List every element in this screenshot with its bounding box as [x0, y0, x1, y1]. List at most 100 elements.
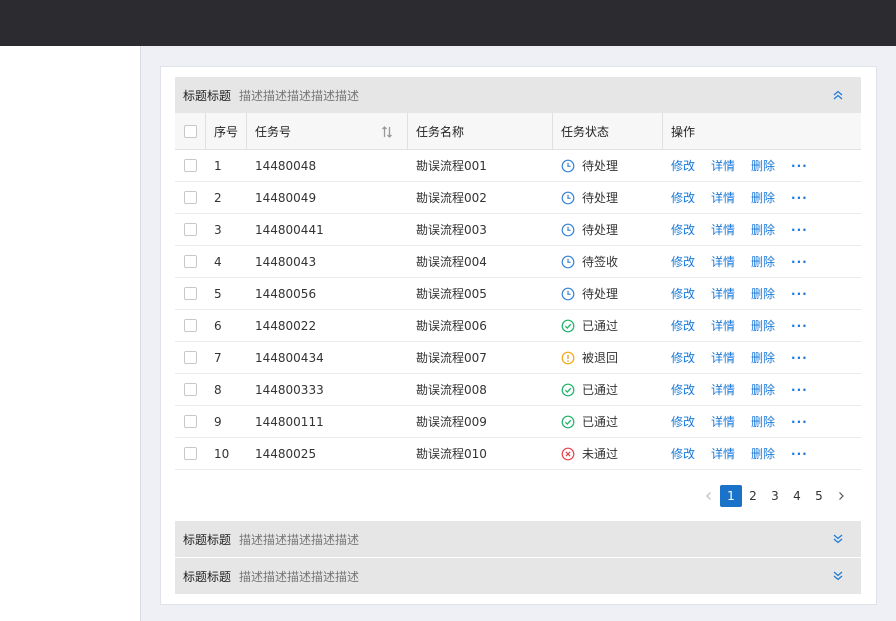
warning-circle-icon	[561, 351, 575, 365]
status-text: 待处理	[582, 159, 619, 173]
panel-title: 标题标题	[183, 532, 232, 547]
row-checkbox[interactable]	[183, 447, 197, 460]
table-row: 5 14480056 勘误流程005 待处理 修改 详情 删除 ···	[175, 278, 861, 310]
row-task-name: 勘误流程002	[416, 191, 487, 205]
row-checkbox[interactable]	[183, 287, 197, 300]
collapse-panel-3-header[interactable]: 标题标题 描述描述描述描述描述	[175, 558, 861, 594]
collapse-panel-2-header[interactable]: 标题标题 描述描述描述描述描述	[175, 521, 861, 557]
more-icon[interactable]: ···	[791, 351, 808, 365]
page-4-button[interactable]: 4	[786, 485, 808, 507]
detail-link[interactable]: 详情	[711, 381, 735, 398]
row-ops: 修改 详情 删除 ···	[671, 310, 861, 341]
sort-icon[interactable]	[380, 125, 394, 139]
delete-link[interactable]: 删除	[751, 253, 775, 270]
edit-link[interactable]: 修改	[671, 445, 695, 462]
delete-link[interactable]: 删除	[751, 445, 775, 462]
header-status: 任务状态	[561, 124, 610, 139]
more-icon[interactable]: ···	[791, 191, 808, 205]
delete-link[interactable]: 删除	[751, 317, 775, 334]
edit-link[interactable]: 修改	[671, 253, 695, 270]
table-row: 10 14480025 勘误流程010 未通过 修改 详情 删除 ···	[175, 438, 861, 470]
page-5-button[interactable]: 5	[808, 485, 830, 507]
row-checkbox[interactable]	[183, 159, 197, 172]
select-all-checkbox[interactable]	[183, 124, 197, 138]
row-index: 9	[214, 414, 222, 429]
detail-link[interactable]: 详情	[711, 189, 735, 206]
row-status: 已通过	[561, 406, 661, 437]
delete-link[interactable]: 删除	[751, 381, 775, 398]
delete-link[interactable]: 删除	[751, 189, 775, 206]
more-icon[interactable]: ···	[791, 223, 808, 237]
delete-link[interactable]: 删除	[751, 157, 775, 174]
table-row: 9 144800111 勘误流程009 已通过 修改 详情 删除 ···	[175, 406, 861, 438]
detail-link[interactable]: 详情	[711, 157, 735, 174]
edit-link[interactable]: 修改	[671, 349, 695, 366]
row-index: 5	[214, 286, 222, 301]
more-icon[interactable]: ···	[791, 319, 808, 333]
page-2-button[interactable]: 2	[742, 485, 764, 507]
delete-link[interactable]: 删除	[751, 349, 775, 366]
detail-link[interactable]: 详情	[711, 349, 735, 366]
row-task-no: 144800111	[255, 414, 324, 429]
table-header-row: 序号 任务号 任务名称 任务状态 操作	[175, 113, 861, 150]
chevron-double-down-icon[interactable]	[831, 569, 845, 583]
delete-link[interactable]: 删除	[751, 221, 775, 238]
row-task-no: 144800434	[255, 350, 324, 365]
edit-link[interactable]: 修改	[671, 285, 695, 302]
edit-link[interactable]: 修改	[671, 221, 695, 238]
detail-link[interactable]: 详情	[711, 253, 735, 270]
detail-link[interactable]: 详情	[711, 285, 735, 302]
delete-link[interactable]: 删除	[751, 413, 775, 430]
row-task-no: 144800441	[255, 222, 324, 237]
table-body: 1 14480048 勘误流程001 待处理 修改 详情 删除 ··· 2 14480049 勘误流…	[175, 150, 861, 470]
row-task-name: 勘误流程004	[416, 255, 487, 269]
row-checkbox[interactable]	[183, 223, 197, 236]
row-status: 待签收	[561, 246, 661, 277]
chevron-double-up-icon[interactable]	[831, 88, 845, 102]
pagination: 1 2 3 4 5	[161, 485, 878, 509]
page-3-button[interactable]: 3	[764, 485, 786, 507]
row-checkbox[interactable]	[183, 415, 197, 428]
row-status: 待处理	[561, 278, 661, 309]
row-checkbox[interactable]	[183, 383, 197, 396]
table-row: 3 144800441 勘误流程003 待处理 修改 详情 删除 ···	[175, 214, 861, 246]
page-1-button[interactable]: 1	[720, 485, 742, 507]
delete-link[interactable]: 删除	[751, 285, 775, 302]
detail-link[interactable]: 详情	[711, 221, 735, 238]
row-checkbox[interactable]	[183, 255, 197, 268]
collapse-panel-1-header[interactable]: 标题标题 描述描述描述描述描述	[175, 77, 861, 113]
check-circle-icon	[561, 415, 575, 429]
edit-link[interactable]: 修改	[671, 413, 695, 430]
row-select-cell	[175, 374, 205, 405]
detail-link[interactable]: 详情	[711, 413, 735, 430]
prev-page-icon[interactable]	[698, 485, 720, 507]
row-checkbox[interactable]	[183, 191, 197, 204]
more-icon[interactable]: ···	[791, 383, 808, 397]
next-page-icon[interactable]	[830, 485, 852, 507]
status-text: 待处理	[582, 287, 619, 301]
row-checkbox[interactable]	[183, 351, 197, 364]
row-task-no: 14480048	[255, 158, 317, 173]
more-icon[interactable]: ···	[791, 159, 808, 173]
more-icon[interactable]: ···	[791, 255, 808, 269]
detail-link[interactable]: 详情	[711, 317, 735, 334]
row-index: 6	[214, 318, 222, 333]
edit-link[interactable]: 修改	[671, 189, 695, 206]
edit-link[interactable]: 修改	[671, 317, 695, 334]
more-icon[interactable]: ···	[791, 447, 808, 461]
row-ops: 修改 详情 删除 ···	[671, 214, 861, 245]
table-row: 8 144800333 勘误流程008 已通过 修改 详情 删除 ···	[175, 374, 861, 406]
more-icon[interactable]: ···	[791, 415, 808, 429]
edit-link[interactable]: 修改	[671, 157, 695, 174]
row-select-cell	[175, 150, 205, 181]
edit-link[interactable]: 修改	[671, 381, 695, 398]
chevron-double-down-icon[interactable]	[831, 532, 845, 546]
header-ops: 操作	[671, 124, 696, 139]
detail-link[interactable]: 详情	[711, 445, 735, 462]
row-select-cell	[175, 310, 205, 341]
table-row: 7 144800434 勘误流程007 被退回 修改 详情 删除 ···	[175, 342, 861, 374]
more-icon[interactable]: ···	[791, 287, 808, 301]
table-row: 4 14480043 勘误流程004 待签收 修改 详情 删除 ···	[175, 246, 861, 278]
row-checkbox[interactable]	[183, 319, 197, 332]
row-ops: 修改 详情 删除 ···	[671, 342, 861, 373]
